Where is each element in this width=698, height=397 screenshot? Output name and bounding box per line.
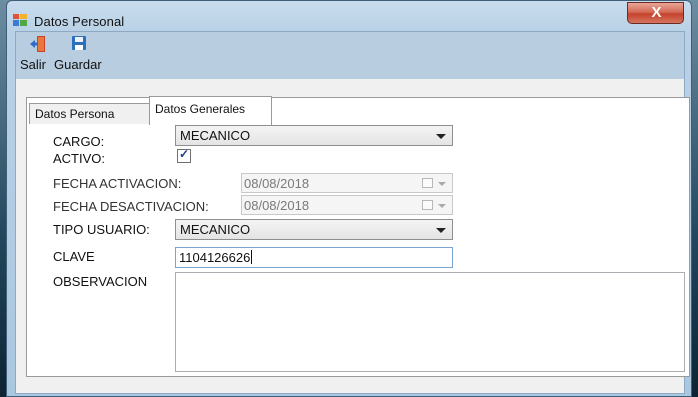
calendar-icon [422,200,433,210]
chevron-down-icon [438,182,446,186]
exit-label: Salir [20,57,47,72]
exit-door-icon [30,35,46,58]
app-window: Datos Personal X Salir Guardar Datos Per… [6,0,692,397]
form-window-icon [13,13,27,26]
tipo-usuario-value: MECANICO [180,222,251,237]
fecha-activacion-value: 08/08/2018 [244,176,310,191]
chevron-down-icon [436,134,446,139]
cargo-dropdown[interactable]: MECANICO [175,125,453,146]
calendar-icon [422,178,433,188]
save-label: Guardar [54,57,102,72]
close-icon: X [651,4,662,21]
clave-input[interactable]: 1104126626 [175,247,453,268]
activo-checkbox[interactable]: ✓ [177,147,191,163]
window-client-area: Salir Guardar Datos Persona Datos Genera… [15,31,690,394]
tipo-usuario-dropdown[interactable]: MECANICO [175,219,453,240]
tab-datos-generales[interactable]: Datos Generales [149,96,272,125]
text-caret [251,250,253,264]
save-button[interactable]: Guardar [54,34,110,76]
fecha-desactivacion-datepicker[interactable]: 08/08/2018 [241,195,453,215]
fecha-desactivacion-value: 08/08/2018 [244,198,310,213]
cargo-value: MECANICO [180,128,251,143]
chevron-down-icon [436,228,446,233]
tipo-usuario-label: TIPO USUARIO: [53,222,150,237]
fecha-activacion-label: FECHA ACTIVACION: [53,176,182,191]
exit-button[interactable]: Salir [20,34,52,76]
window-title: Datos Personal [34,14,125,29]
cargo-label: CARGO: [53,134,105,149]
checkmark-icon: ✓ [179,147,190,161]
fecha-activacion-datepicker[interactable]: 08/08/2018 [241,173,453,193]
tab-datos-persona[interactable]: Datos Persona [29,103,150,124]
clave-value: 1104126626 [179,250,253,265]
save-floppy-icon [71,35,87,56]
title-bar[interactable]: Datos Personal X [7,1,691,35]
clave-label: CLAVE [53,249,95,264]
chevron-down-icon [438,204,446,208]
close-button[interactable]: X [627,2,684,24]
fecha-desactivacion-label: FECHA DESACTIVACION: [53,199,209,214]
observacion-label: OBSERVACION [53,274,148,289]
toolbar: Salir Guardar [16,32,684,79]
observacion-textarea[interactable] [175,272,685,372]
activo-label: ACTIVO: [53,151,106,166]
